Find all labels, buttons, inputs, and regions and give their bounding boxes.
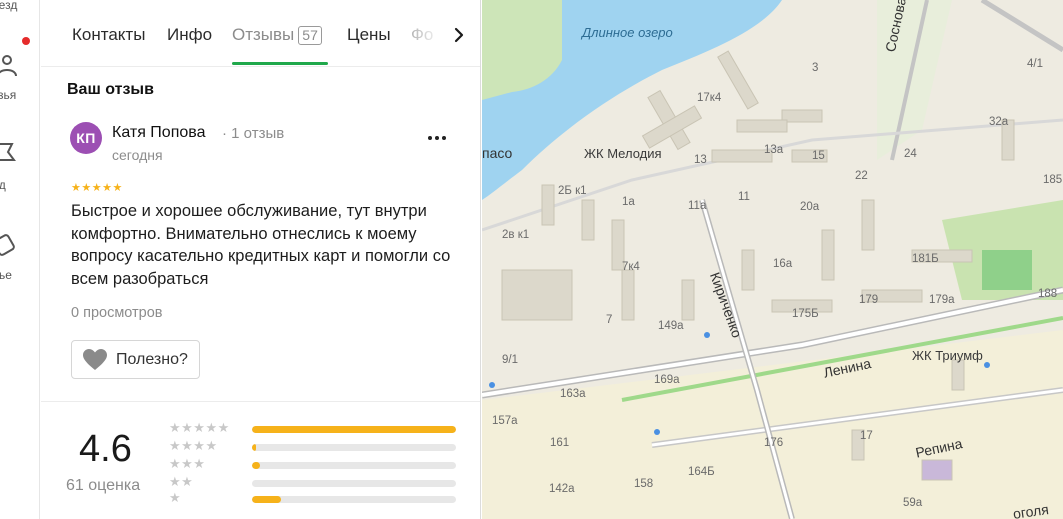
map-house-number: 22 [855, 170, 868, 182]
author-review-count-text: 1 отзыв [231, 125, 285, 142]
map-house-number: 11 [738, 191, 750, 203]
distribution-bar-track [252, 444, 456, 451]
tab-contacts[interactable]: Контакты [72, 25, 145, 45]
map-house-number: 20а [800, 201, 820, 213]
map-house-number: 7к4 [622, 261, 640, 273]
author-review-count: · 1 отзыв [222, 125, 285, 142]
tab-reviews[interactable]: Отзывы 57 [232, 25, 322, 45]
map-house-number: 24 [904, 148, 917, 160]
wallet-icon[interactable] [0, 231, 18, 257]
notification-dot [22, 37, 30, 45]
map-house-number: 175Б [792, 308, 819, 320]
rail-item-friends[interactable]: узья [0, 88, 39, 102]
rating-count: 61 оценка [66, 477, 141, 494]
distribution-bar-fill [252, 496, 281, 503]
map-house-number: 161 [550, 437, 570, 449]
tab-bar: Контакты Инфо Отзывы 57 Цены Фо [41, 0, 480, 67]
rating-value: 4.6 [79, 428, 132, 470]
distribution-stars: ★ [169, 490, 182, 505]
tab-label: Фо [411, 25, 434, 44]
distribution-stars: ★★★★ [169, 438, 218, 453]
map-house-number: 188 [1038, 288, 1058, 300]
map-house-number: 142а [549, 483, 575, 495]
useful-label: Полезно? [116, 350, 188, 368]
section-title: Ваш отзыв [67, 81, 154, 98]
organization-panel: Контакты Инфо Отзывы 57 Цены Фо Ваш отзыв… [41, 0, 481, 519]
map-water-label: Длинное озеро [582, 25, 673, 40]
map-house-number: 181Б [912, 253, 939, 265]
map-poi-label[interactable]: ЖК Мелодия [584, 146, 662, 161]
map-house-number: 2Б к1 [558, 185, 587, 197]
author-name[interactable]: Катя Попова [112, 124, 205, 142]
active-tab-indicator [232, 62, 328, 65]
map-house-number: 1а [622, 196, 635, 208]
guide-icon[interactable] [0, 140, 18, 166]
distribution-stars: ★★★ [169, 456, 206, 471]
rail-item-label: резд [0, 0, 18, 12]
tab-label: Контакты [72, 25, 146, 44]
map-poi-label[interactable]: ЖК Триумф [912, 348, 983, 363]
map-house-number: 176 [764, 437, 784, 449]
rail-item-label: лье [0, 268, 12, 282]
map-house-number: 185 [1043, 174, 1063, 186]
chevron-right-icon[interactable] [449, 25, 469, 45]
more-options-icon[interactable] [425, 126, 449, 150]
heart-icon [83, 348, 107, 370]
map-house-number: 3 [812, 62, 819, 74]
divider [41, 401, 480, 402]
map-house-number: 2в к1 [502, 229, 530, 241]
map-house-number: 169а [654, 374, 680, 386]
distribution-stars: ★★★★★ [169, 420, 230, 435]
map-house-number: 158 [634, 478, 654, 490]
review-date: сегодня [112, 147, 163, 163]
map-house-number: 32а [989, 116, 1009, 128]
rail-item-route[interactable]: резд [0, 0, 39, 12]
map-house-number: 16а [773, 258, 793, 270]
map-house-number: 164Б [688, 466, 715, 478]
tab-label: Цены [347, 25, 391, 44]
map-house-number: 59а [903, 497, 923, 509]
map-house-number: 163а [560, 388, 586, 400]
map-house-number: 17к4 [697, 92, 722, 104]
tab-info[interactable]: Инфо [167, 25, 212, 45]
map-house-number: 13а [764, 144, 784, 156]
views-count: 0 просмотров [71, 305, 163, 321]
map-house-number: 11а [688, 200, 707, 212]
distribution-bar-fill [252, 462, 261, 469]
map-house-number: 157а [492, 415, 518, 427]
map-house-number: 9/1 [502, 354, 518, 366]
map-house-number: 13 [694, 154, 707, 166]
left-rail: резд узья ид лье [0, 0, 40, 519]
friends-icon[interactable] [0, 52, 20, 78]
map-street-label: пасо [482, 145, 513, 161]
tab-photos[interactable]: Фо [411, 25, 433, 45]
rail-item-guide[interactable]: ид [0, 178, 39, 192]
rail-item-wallet[interactable]: лье [0, 268, 39, 282]
map-house-number: 179 [859, 294, 879, 306]
distribution-stars: ★★ [169, 474, 194, 489]
map-house-number: 15 [812, 150, 825, 162]
distribution-bar-track [252, 496, 456, 503]
map-house-number: 4/1 [1027, 58, 1043, 70]
review-star-rating: ★★★★★ [71, 182, 123, 194]
map-house-number: 149а [658, 320, 684, 332]
review-text: Быстрое и хорошее обслуживание, тут внут… [71, 202, 451, 288]
tab-label: Инфо [167, 25, 213, 44]
distribution-bar-track [252, 462, 456, 469]
reviews-count-badge: 57 [298, 26, 322, 45]
map-house-number: 179а [929, 294, 955, 306]
tab-label: Отзывы [232, 25, 295, 44]
distribution-bar-fill [252, 426, 456, 433]
distribution-bar-track [252, 480, 456, 487]
tab-prices[interactable]: Цены [347, 25, 391, 45]
rail-item-label: ид [0, 178, 6, 192]
distribution-bar-fill [252, 444, 257, 451]
map-house-number: 7 [606, 314, 613, 326]
avatar[interactable]: КП [70, 122, 102, 154]
rail-item-label: узья [0, 88, 17, 102]
map[interactable]: Длинное озеро Сосновая Кириченко Ленина … [482, 0, 1063, 519]
useful-button[interactable]: Полезно? [71, 340, 200, 379]
distribution-bar-track [252, 426, 456, 433]
map-house-number: 17 [860, 430, 873, 442]
